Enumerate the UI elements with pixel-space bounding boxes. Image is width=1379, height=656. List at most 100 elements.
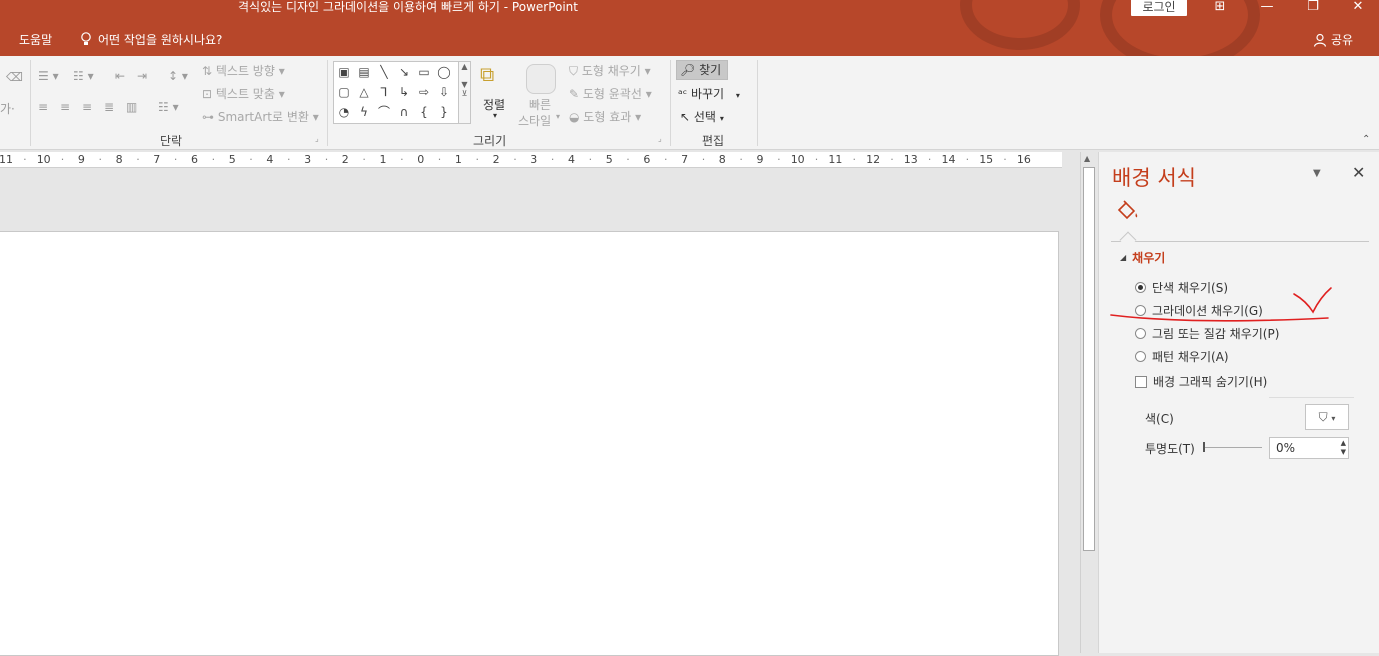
- fill-section-header[interactable]: ◢ 채우기: [1120, 249, 1165, 266]
- quick-styles-icon[interactable]: [526, 64, 556, 94]
- transparency-slider-track[interactable]: [1204, 447, 1262, 448]
- text-direction-button[interactable]: ⇅ 텍스트 방향 ▾: [202, 62, 285, 79]
- editing-group-label: 편집: [702, 134, 725, 148]
- transparency-input[interactable]: 0% ▲ ▼: [1269, 437, 1349, 459]
- columns-icon[interactable]: ☷ ▾: [158, 100, 179, 114]
- elbow-connector-shape-icon[interactable]: ⅂: [375, 84, 393, 101]
- login-button[interactable]: 로그인: [1131, 0, 1187, 16]
- ruler-minor-tick: ·: [626, 153, 630, 166]
- slide-canvas[interactable]: [0, 231, 1059, 656]
- ruler-tick-label: 1: [454, 153, 462, 166]
- collapse-ribbon-icon[interactable]: ⌃: [1362, 134, 1370, 145]
- rounded-rectangle-shape-icon[interactable]: ▢: [335, 84, 353, 101]
- hide-background-graphics-option[interactable]: 배경 그래픽 숨기기(H): [1135, 373, 1267, 390]
- clear-format-icon[interactable]: ⌫: [6, 70, 23, 84]
- picture-fill-option[interactable]: 그림 또는 질감 채우기(P): [1135, 325, 1279, 342]
- distributed-icon[interactable]: ▥: [126, 100, 137, 114]
- scribble-shape-icon[interactable]: ϟ: [355, 104, 373, 121]
- solid-fill-option[interactable]: 단색 채우기(S): [1135, 279, 1228, 296]
- shape-outline-button[interactable]: ✎ 도형 윤곽선 ▾: [569, 85, 652, 102]
- color-picker-button[interactable]: ⛉ ▾: [1305, 404, 1349, 430]
- shape-fill-button[interactable]: ⛉ 도형 채우기 ▾: [569, 62, 651, 79]
- radio-button[interactable]: [1135, 328, 1146, 339]
- right-arrow-shape-icon[interactable]: ⇨: [415, 84, 433, 101]
- triangle-shape-icon[interactable]: △: [355, 84, 373, 101]
- shape-outline-label: 도형 윤곽선: [582, 87, 642, 101]
- ruler-tick-label: 2: [492, 153, 500, 166]
- arrow-line-shape-icon[interactable]: ↘: [395, 64, 413, 81]
- gradient-fill-option[interactable]: 그라데이션 채우기(G): [1135, 302, 1263, 319]
- ribbon-display-icon[interactable]: ⊞: [1207, 0, 1233, 16]
- close-icon[interactable]: ✕: [1352, 163, 1365, 182]
- align-text-button[interactable]: ⊡ 텍스트 맞춤 ▾: [202, 85, 285, 102]
- rectangle-shape-icon[interactable]: ▭: [415, 64, 433, 81]
- tell-me-label: 어떤 작업을 원하시나요?: [98, 33, 223, 47]
- font-color-icon[interactable]: 가·: [0, 100, 15, 117]
- arrange-icon[interactable]: ⧉: [480, 62, 494, 86]
- increase-indent-icon[interactable]: ⇥: [137, 69, 147, 83]
- paragraph-launcher-icon[interactable]: ⌟: [315, 134, 319, 143]
- quick-styles-label-1[interactable]: 빠른: [529, 96, 551, 113]
- ruler-minor-tick: ·: [249, 153, 253, 166]
- scrollbar-thumb[interactable]: [1083, 167, 1095, 551]
- align-left-icon[interactable]: ≡: [38, 100, 48, 114]
- replace-button[interactable]: ᵃᶜ 바꾸기 ▾: [678, 85, 740, 102]
- textbox-shape-icon[interactable]: ▣: [335, 64, 353, 81]
- drawing-launcher-icon[interactable]: ⌟: [658, 134, 662, 143]
- radio-button[interactable]: [1135, 282, 1146, 293]
- tell-me-search[interactable]: 어떤 작업을 원하시나요?: [80, 31, 222, 48]
- tab-help[interactable]: 도움말: [19, 31, 52, 48]
- tab-notch: [1119, 231, 1137, 249]
- shapes-gallery[interactable]: ▣ ▤ ╲ ↘ ▭ ◯ ▢ △ ⅂ ↳ ⇨ ⇩ ◔ ϟ ⌒ ∩ { } ▲ ▼ ⊻: [333, 61, 471, 124]
- numbering-icon[interactable]: ☷ ▾: [73, 69, 94, 83]
- cursor-icon: ↖: [680, 110, 691, 124]
- ruler-tick-label: 12: [866, 153, 881, 166]
- bullets-icon[interactable]: ☰ ▾: [38, 69, 59, 83]
- oval-shape-icon[interactable]: ◯: [435, 64, 453, 81]
- fill-section-label: 채우기: [1132, 251, 1166, 265]
- decrease-indent-icon[interactable]: ⇤: [115, 69, 125, 83]
- select-button[interactable]: ↖ 선택 ▾: [680, 108, 724, 125]
- find-button[interactable]: 🔎︎ 찾기: [676, 60, 728, 80]
- shape-effects-button[interactable]: ◒ 도형 효과 ▾: [569, 108, 641, 125]
- share-button[interactable]: 공유: [1313, 31, 1353, 48]
- spinner-icon[interactable]: ▲ ▼: [1341, 439, 1346, 457]
- down-arrow-shape-icon[interactable]: ⇩: [435, 84, 453, 101]
- paint-bucket-icon[interactable]: [1116, 200, 1140, 227]
- ruler-tick-label: 10: [36, 153, 51, 166]
- checkbox[interactable]: [1135, 375, 1147, 388]
- pane-options-icon[interactable]: ▼: [1313, 168, 1321, 179]
- align-center-icon[interactable]: ≡: [60, 100, 70, 114]
- radio-button[interactable]: [1135, 305, 1146, 316]
- ruler-tick-label: 9: [756, 153, 764, 166]
- transparency-slider-knob[interactable]: [1203, 442, 1205, 452]
- elbow-arrow-shape-icon[interactable]: ↳: [395, 84, 413, 101]
- align-right-icon[interactable]: ≡: [82, 100, 92, 114]
- close-window-icon[interactable]: ✕: [1345, 0, 1371, 16]
- minimize-icon[interactable]: —: [1254, 0, 1280, 16]
- justify-icon[interactable]: ≣: [104, 100, 114, 114]
- vertical-scrollbar[interactable]: ▲: [1080, 152, 1097, 653]
- arc-shape-icon[interactable]: ⌒: [375, 104, 393, 121]
- line-spacing-icon[interactable]: ↕ ▾: [168, 69, 188, 83]
- vertical-textbox-shape-icon[interactable]: ▤: [355, 64, 373, 81]
- color-label: 색(C): [1145, 412, 1174, 426]
- pattern-fill-option[interactable]: 패턴 채우기(A): [1135, 348, 1229, 365]
- scroll-up-icon[interactable]: ▲: [1084, 154, 1090, 163]
- shapes-gallery-scroll[interactable]: ▲ ▼ ⊻: [458, 62, 470, 123]
- group-separator: [757, 60, 758, 146]
- freeform-shape-icon[interactable]: ◔: [335, 104, 353, 121]
- quick-styles-label-2[interactable]: 스타일: [518, 112, 551, 129]
- restore-icon[interactable]: ❐: [1300, 0, 1326, 16]
- left-brace-shape-icon[interactable]: {: [415, 104, 433, 121]
- curve-shape-icon[interactable]: ∩: [395, 104, 413, 121]
- ruler-tick-label: 3: [304, 153, 312, 166]
- radio-button[interactable]: [1135, 351, 1146, 362]
- smartart-button[interactable]: ⊶ SmartArt로 변환 ▾: [202, 108, 319, 125]
- line-shape-icon[interactable]: ╲: [375, 64, 393, 81]
- ruler-minor-tick: ·: [287, 153, 291, 166]
- ruler-minor-tick: ·: [814, 153, 819, 166]
- replace-label: 바꾸기: [690, 87, 725, 101]
- right-brace-shape-icon[interactable]: }: [435, 104, 453, 121]
- ruler-tick-label: 8: [718, 153, 726, 166]
